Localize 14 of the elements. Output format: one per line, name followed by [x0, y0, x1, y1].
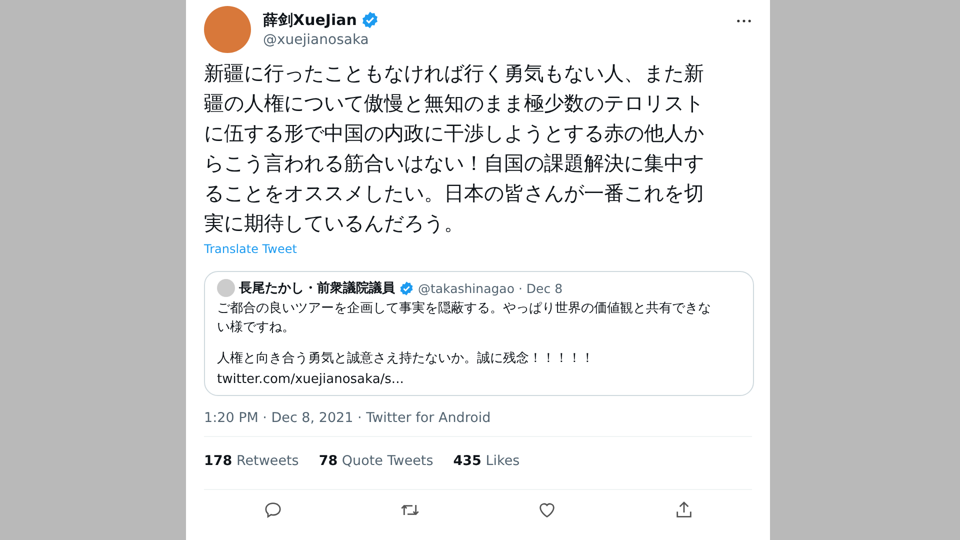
quoted-date: · Dec 8	[518, 280, 563, 296]
tweet-text: 新疆に行ったこともなければ行く勇気もない人、また新疆の人権について傲慢と無知のまま極少数のテロリストに伍する形で中国の内政に干渉しようとする赤の他人からこう言われる筋合いはない！自国の課題解決に集中することをオススメしたい。日本の皆さんが一番これを切実に期待しているんだろう。	[204, 60, 705, 237]
stat-link[interactable]: 78 Quote Tweets	[318, 453, 434, 469]
author-handle[interactable]: @xuejianosaka	[263, 32, 724, 48]
author-name[interactable]: 薛剑XueJian	[263, 10, 357, 30]
quoted-tweet[interactable]: 長尾たかし・前衆議院議員 @takashinagao · Dec 8 ご都合の良いツアーを企画して事実を隠蔽する。やっぱり世界の価値観と共有できない様ですね。 人権と向き合う勇気と誠意さえ持たないか。誠に残念！！！！！ twitter.com/xuejianosaka/s...	[204, 271, 754, 396]
quoted-text: ご都合の良いツアーを企画して事実を隠蔽する。やっぱり世界の価値観と共有できない様ですね。	[217, 300, 712, 337]
stat-link[interactable]: 178 Retweets	[204, 453, 299, 469]
quoted-text: 人権と向き合う勇気と誠意さえ持たないか。誠に残念！！！！！	[217, 350, 595, 368]
timestamp: 1:20 PM · Dec 8, 2021 · Twitter for Android	[204, 410, 492, 428]
quoted-handle: @takashinagao	[418, 280, 514, 296]
quoted-author-name: 長尾たかし・前衆議院議員	[239, 280, 395, 297]
quoted-link: twitter.com/xuejianosaka/s...	[217, 372, 404, 387]
stat-link[interactable]: 435 Likes	[453, 453, 520, 469]
